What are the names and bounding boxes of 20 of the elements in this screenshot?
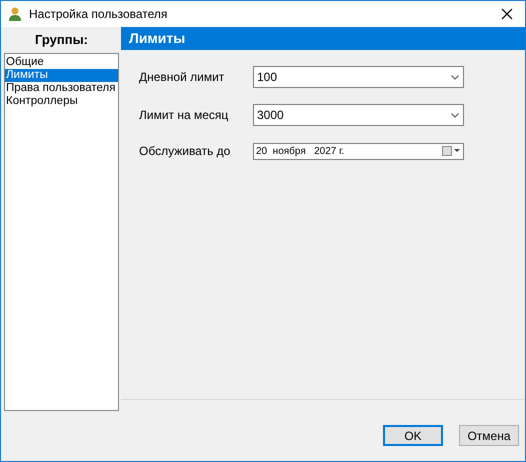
- user-icon: [9, 7, 21, 21]
- dialog-button[interactable]: OK: [383, 425, 443, 446]
- field-label: Дневной лимит: [139, 69, 226, 86]
- window-title: Настройка пользователя: [29, 6, 168, 23]
- combo-box[interactable]: 100: [253, 66, 464, 88]
- dialog-button[interactable]: Отмена: [459, 425, 519, 446]
- field-label: Лимит на месяц: [139, 107, 230, 124]
- group-item[interactable]: Лимиты: [5, 69, 118, 82]
- close-icon[interactable]: [501, 8, 513, 20]
- group-item[interactable]: Права пользователя: [5, 82, 118, 95]
- group-item[interactable]: Общие: [5, 56, 118, 69]
- combo-box[interactable]: 3000: [253, 104, 464, 126]
- date-picker[interactable]: 20 ноября 2027 г.: [253, 142, 464, 160]
- group-item[interactable]: Контроллеры: [5, 95, 118, 108]
- field-label: Обслуживать до: [139, 143, 232, 160]
- panel-header: Лимиты: [121, 27, 525, 50]
- groups-header: Группы:: [34, 31, 89, 50]
- chevron-down-icon: [451, 112, 459, 118]
- chevron-down-icon: [451, 74, 459, 80]
- calendar-dropdown-icon: [442, 146, 460, 156]
